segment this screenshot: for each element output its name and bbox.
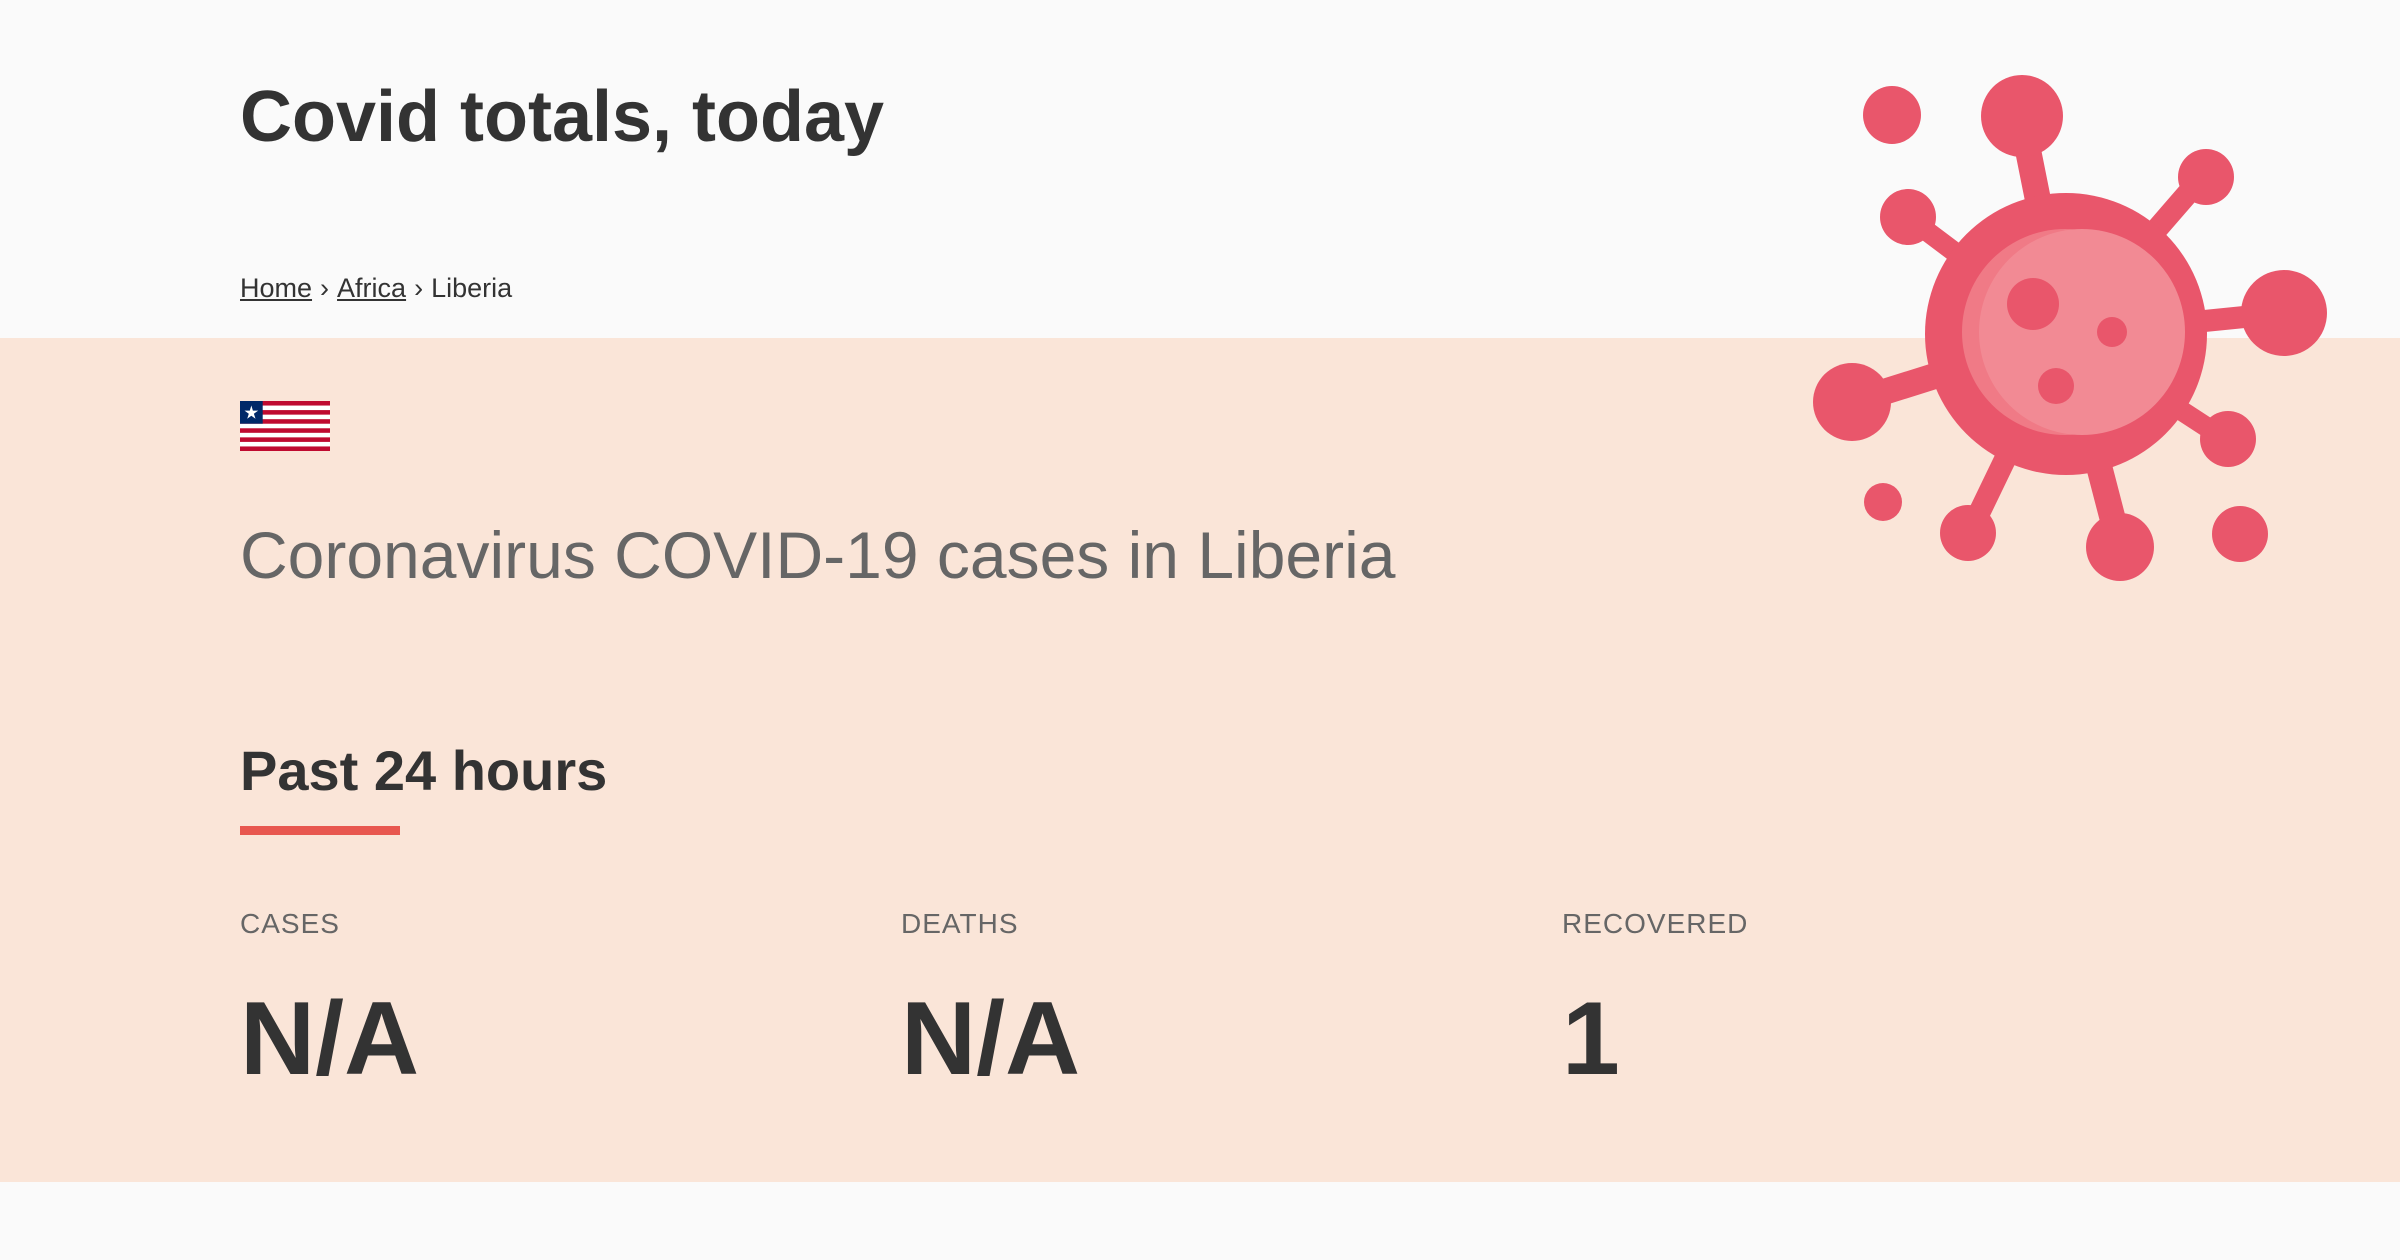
- stat-value: N/A: [240, 981, 420, 1097]
- site-title[interactable]: Covid totals, today: [240, 72, 884, 162]
- section-heading: Past 24 hours: [240, 739, 608, 802]
- breadcrumb: Home › Africa › Liberia: [240, 268, 512, 308]
- breadcrumb-home-link[interactable]: Home: [240, 273, 312, 303]
- page: Covid totals, today Home › Africa › Liberia …: [0, 0, 2400, 1260]
- stat-cases: CASES N/A: [240, 902, 419, 1094]
- breadcrumb-separator: ›: [414, 273, 424, 303]
- stat-deaths: DEATHS N/A: [901, 902, 1080, 1094]
- stat-label: DEATHS: [901, 908, 1019, 939]
- stat-value: 1: [1562, 981, 1620, 1097]
- breadcrumb-africa-link[interactable]: Africa: [337, 273, 406, 303]
- liberia-flag-icon: [240, 401, 330, 451]
- stat-label: CASES: [240, 908, 340, 939]
- breadcrumb-separator: ›: [320, 273, 330, 303]
- breadcrumb-current: Liberia: [431, 273, 513, 303]
- country-heading: Coronavirus COVID-19 cases in Liberia: [240, 518, 1396, 592]
- stat-label: RECOVERED: [1562, 908, 1749, 939]
- section-underline: [240, 826, 400, 835]
- coronavirus-icon: [1813, 75, 2327, 581]
- stat-recovered: RECOVERED 1: [1562, 902, 1748, 1094]
- stat-value: N/A: [901, 981, 1081, 1097]
